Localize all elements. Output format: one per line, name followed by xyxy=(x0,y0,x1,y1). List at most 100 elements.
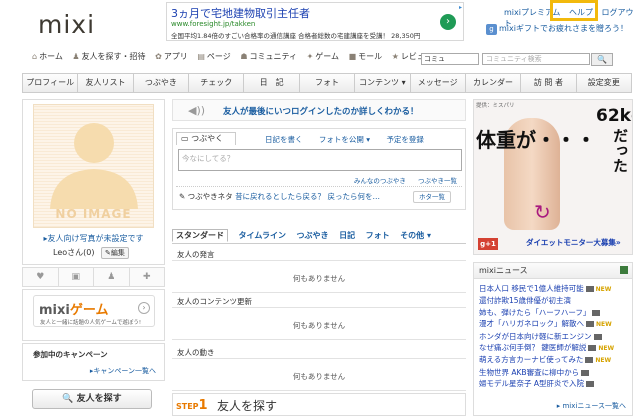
mixi-logo[interactable]: mixi xyxy=(38,10,95,39)
campaign-box: 参加中のキャンペーン ▸キャンペーン一覧へ xyxy=(22,343,165,381)
tab-register-event[interactable]: 予定を登録 xyxy=(386,135,424,144)
gift-box-icon[interactable]: ▣ xyxy=(59,268,94,286)
news-item[interactable]: ホンダが日本向け軽に新エンジン xyxy=(479,331,629,342)
menu-calendar[interactable]: カレンダー xyxy=(466,74,522,92)
notice-bar: ◀)) 友人が最後にいつログインしたのか詳しくわかる！ xyxy=(172,99,466,121)
nav-mall[interactable]: ■ モール xyxy=(349,51,383,62)
everyone-tweets-link[interactable]: みんなのつぶやき xyxy=(354,177,406,185)
news-list: 日本人口 移民で1億人維持可能 NEW 還付詐欺15歳俳優が初主演 姉も、弾けたら「ハ… xyxy=(474,279,632,390)
news-item-title[interactable]: 萌える方言カーナビ使ってみた xyxy=(479,355,583,364)
news-item-title[interactable]: 還付詐欺15歳俳優が初主演 xyxy=(479,296,571,305)
tab-publish-photo[interactable]: フォトを公開 ▾ xyxy=(319,135,370,144)
news-item-title[interactable]: 婦モデル星奈子 A型肝炎で入院 xyxy=(479,379,584,388)
menu-message[interactable]: メッセージ xyxy=(411,74,466,92)
swirl-icon: ↻ xyxy=(534,200,551,224)
menu-contents[interactable]: コンテンツ ▾ xyxy=(355,74,411,92)
menu-profile[interactable]: プロフィール xyxy=(23,74,79,92)
hotlist-button[interactable]: ホタ一覧 xyxy=(413,191,451,203)
search-scope-select[interactable]: コミュ xyxy=(421,53,479,65)
tweet-links: みんなのつぶやき つぶやき一覧 xyxy=(344,175,457,185)
search-input[interactable]: コミュニティ検索 xyxy=(482,53,590,65)
menu-check[interactable]: チェック xyxy=(189,74,245,92)
left-column: NO IMAGE ▸友人向け写真が未設定です Leoさん(0) ✎編集 ♥ ▣ … xyxy=(22,99,165,409)
ad-info-icon[interactable]: ▸ xyxy=(459,4,462,11)
news-item[interactable]: 姉も、弾けたら「ハーフハーフ」 xyxy=(479,307,629,318)
edit-label: 編集 xyxy=(110,249,125,257)
step-number: 1 xyxy=(198,398,208,413)
ad-url[interactable]: www.foresight.jp/takken xyxy=(171,20,255,28)
bag-icon: ■ xyxy=(348,52,357,61)
camera-icon xyxy=(588,345,597,352)
search-icon[interactable]: 🔍 xyxy=(591,53,613,66)
menu-diary[interactable]: 日 記 xyxy=(244,74,300,92)
news-list-link[interactable]: ▸ mixiニュース一覧へ xyxy=(557,401,626,411)
mixi-game-banner[interactable]: mixiゲーム › 友人と一緒に話題の人気ゲームで遊ぼう! xyxy=(33,295,155,327)
help-highlight-box xyxy=(550,0,598,21)
side-ad-banner[interactable]: 提供：ミスパリ 62kg だった 体重が・・・ ↻ g+1 ダイエットモニター大… xyxy=(473,99,633,255)
menu-tweets[interactable]: つぶやき xyxy=(134,74,190,92)
menu-photo[interactable]: フォト xyxy=(300,74,356,92)
tab-photo[interactable]: フォト xyxy=(366,231,390,240)
news-item[interactable]: 漫才「ハリガネロック」解散へ NEW xyxy=(479,318,629,330)
arrow-right-icon[interactable]: › xyxy=(138,302,150,314)
tab-timeline[interactable]: タイムライン xyxy=(239,231,286,240)
photo-unset-link[interactable]: ▸友人向け写真が未設定です xyxy=(23,233,164,244)
news-list-text[interactable]: mixiニュース一覧へ xyxy=(562,402,626,410)
ad-headline-weight: 62kg xyxy=(596,106,632,126)
nav-apps[interactable]: ✿ アプリ xyxy=(155,51,188,62)
tab-other[interactable]: その他 ▾ xyxy=(400,231,431,240)
news-item-title[interactable]: 漫才「ハリガネロック」解散へ xyxy=(479,319,584,328)
notice-link[interactable]: 友人が最後にいつログインしたのか詳しくわかる！ xyxy=(223,105,419,117)
nav-game[interactable]: ✦ ゲーム xyxy=(307,51,339,62)
nav-pages[interactable]: ▤ ページ xyxy=(197,51,230,62)
menu-visitors[interactable]: 訪 問 者 xyxy=(521,74,577,92)
news-item[interactable]: 還付詐欺15歳俳優が初主演 xyxy=(479,295,629,306)
nav-home[interactable]: ⌂ ホーム xyxy=(32,51,63,62)
campaign-list-text[interactable]: キャンペーン一覧へ xyxy=(93,367,156,375)
menu-friend-list[interactable]: 友人リスト xyxy=(78,74,134,92)
news-item-title[interactable]: なぜ痛ぶ何手倒？ 鍵医師が解説 xyxy=(479,343,586,352)
google-plus-icon[interactable]: g+1 xyxy=(478,238,498,250)
mixi-game-subtitle: 友人と一緒に話題の人気ゲームで遊ぼう! xyxy=(40,320,142,326)
camera-icon xyxy=(585,286,594,292)
photo-unset-text[interactable]: 友人向け写真が未設定です xyxy=(48,234,144,243)
tab-write-diary[interactable]: 日記を書く xyxy=(265,135,303,144)
gift-link-text[interactable]: mixiギフトでお疲れさまを贈ろう！ xyxy=(499,24,628,33)
edit-profile-button[interactable]: ✎編集 xyxy=(101,247,129,259)
tweet-textarea[interactable]: 今なにしてる？ xyxy=(178,149,462,171)
tweet-idea-link[interactable]: 昔に戻れるとしたら戻る？ 戻ったら何を… xyxy=(235,192,380,201)
tab-standard[interactable]: スタンダード xyxy=(172,229,228,242)
nav-apps-label: アプリ xyxy=(163,52,188,61)
news-item-title[interactable]: 生物世界 AKB審査に柳中から xyxy=(479,368,579,377)
ad-go-icon[interactable]: › xyxy=(440,14,456,30)
ad-title[interactable]: 3ヵ月で宅地建物取引主任者 xyxy=(171,5,310,21)
menu-settings[interactable]: 設定変更 xyxy=(577,74,631,92)
news-heading: mixiニュース xyxy=(474,263,632,279)
nav-find-friends[interactable]: ♟ 友人を探す・招待 xyxy=(72,51,145,62)
gift-link[interactable]: g mixiギフトでお疲れさまを贈ろう！ xyxy=(486,23,628,35)
find-friends-button[interactable]: 🔍 友人を探す xyxy=(32,389,152,409)
nav-community[interactable]: ☗ コミュニティ xyxy=(240,51,297,62)
ad-cta-link[interactable]: ダイエットモニター大募集» xyxy=(526,237,621,248)
campaign-list-link[interactable]: ▸キャンペーン一覧へ xyxy=(90,366,156,376)
news-item-title[interactable]: 姉も、弾けたら「ハーフハーフ」 xyxy=(479,308,590,317)
news-item[interactable]: 婦モデル星奈子 A型肝炎で入院 xyxy=(479,378,629,389)
camera-icon xyxy=(581,369,590,376)
news-item-title[interactable]: 日本人口 移民で1億人維持可能 xyxy=(479,284,584,293)
heart-icon[interactable]: ♥ xyxy=(23,268,59,286)
tab-tweet[interactable]: ▭ つぶやく xyxy=(176,132,236,145)
tab-diary[interactable]: 日記 xyxy=(339,231,355,240)
profile-photo[interactable]: NO IMAGE xyxy=(33,104,154,228)
tab-tweets[interactable]: つぶやき xyxy=(297,231,329,240)
top-ad-banner[interactable]: 3ヵ月で宅地建物取引主任者 www.foresight.jp/takken 全国… xyxy=(166,2,464,41)
expand-icon[interactable] xyxy=(620,266,628,274)
news-item[interactable]: 日本人口 移民で1億人維持可能 NEW xyxy=(479,283,629,295)
new-badge: NEW xyxy=(595,357,612,365)
puzzle-icon[interactable]: ✚ xyxy=(130,268,165,286)
news-item[interactable]: なぜ痛ぶ何手倒？ 鍵医師が解説 NEW xyxy=(479,342,629,354)
people-icon[interactable]: ♟ xyxy=(94,268,130,286)
news-item-title[interactable]: ホンダが日本向け軽に新エンジン xyxy=(479,332,592,341)
news-item[interactable]: 萌える方言カーナビ使ってみた NEW xyxy=(479,354,629,366)
news-item[interactable]: 生物世界 AKB審査に柳中から xyxy=(479,367,629,378)
tweet-list-link[interactable]: つぶやき一覧 xyxy=(418,177,457,185)
